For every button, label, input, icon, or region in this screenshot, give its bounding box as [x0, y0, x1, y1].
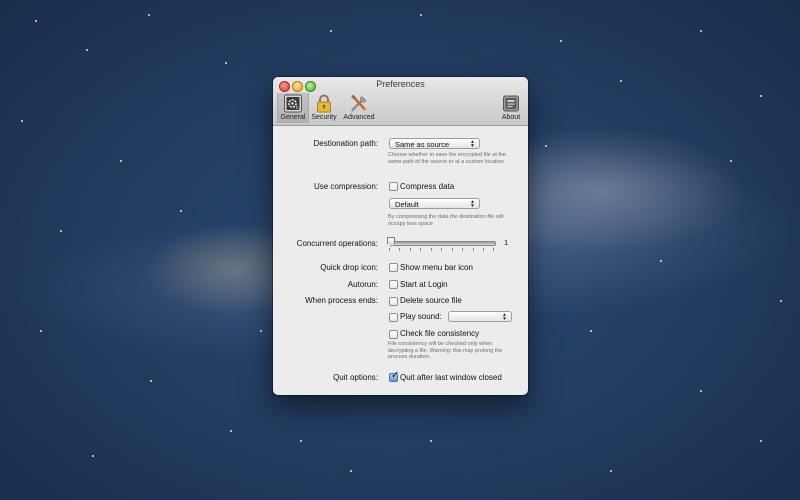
compression-note: By compressing the data the destination … — [388, 214, 504, 227]
tab-advanced[interactable]: Advanced — [341, 93, 377, 123]
concurrent-operations-label: Concurrent operations: — [296, 239, 378, 248]
tab-about-label: About — [501, 114, 521, 121]
select-arrows-icon: ▲ ▼ — [470, 139, 475, 149]
destination-path-select[interactable]: Same as source ▲ ▼ — [389, 138, 480, 149]
tab-security[interactable]: Security — [308, 93, 340, 123]
about-icon — [503, 95, 519, 112]
select-arrows-icon: ▲ ▼ — [470, 199, 475, 209]
show-menu-bar-icon-label: Show menu bar icon — [400, 263, 473, 272]
destination-path-label: Destionation path: — [313, 139, 379, 148]
compress-data-checkbox[interactable] — [389, 182, 398, 191]
destination-path-value: Same as source — [395, 140, 450, 149]
play-sound-checkbox[interactable] — [389, 313, 398, 322]
concurrent-operations-slider-track[interactable] — [389, 241, 496, 246]
preferences-window: Preferences c General Security Advanced … — [273, 77, 528, 395]
sound-select[interactable]: ▲ ▼ — [448, 311, 512, 322]
select-arrows-icon: ▲ ▼ — [502, 312, 507, 322]
delete-source-file-checkbox[interactable] — [389, 297, 398, 306]
concurrent-operations-value: 1 — [504, 238, 509, 247]
start-at-login-checkbox[interactable] — [389, 280, 398, 289]
play-sound-label: Play sound: — [400, 312, 442, 321]
lock-icon — [317, 94, 331, 113]
quit-after-last-window-checkbox[interactable]: ✓ — [389, 370, 400, 382]
general-pane: Destionation path: Same as source ▲ ▼ Cho… — [273, 126, 528, 395]
checkmark-icon: ✓ — [391, 370, 400, 381]
start-at-login-label: Start at Login — [400, 280, 448, 289]
check-file-consistency-checkbox[interactable] — [389, 330, 398, 339]
quit-after-last-window-label: Quit after last window closed — [400, 373, 502, 382]
autorun-label: Autorun: — [347, 280, 378, 289]
tab-advanced-label: Advanced — [343, 114, 375, 121]
delete-source-file-label: Delete source file — [400, 296, 462, 305]
tab-general-label: General — [280, 114, 306, 121]
tab-general[interactable]: c General — [277, 93, 309, 123]
window-toolbar: Preferences c General Security Advanced … — [273, 77, 528, 126]
show-menu-bar-icon-checkbox[interactable] — [389, 263, 398, 272]
tab-security-label: Security — [311, 114, 337, 121]
process-end-label: When process ends: — [305, 296, 378, 305]
compression-level-value: Default — [395, 200, 419, 209]
quick-drop-label: Quick drop icon: — [320, 263, 378, 272]
slider-ticks — [389, 248, 494, 251]
consistency-note: File consistency will be checked only wh… — [388, 341, 503, 360]
tab-about[interactable]: About — [498, 93, 524, 123]
quit-options-label: Quit options: — [333, 373, 378, 382]
window-title: Preferences — [376, 79, 425, 89]
check-file-consistency-label: Check file consistency — [400, 329, 480, 338]
compress-data-label: Compress data — [400, 182, 455, 191]
general-icon: c — [284, 94, 302, 113]
compression-label: Use compression: — [313, 182, 378, 191]
tools-icon — [351, 94, 367, 112]
destination-path-note: Choose whether to save the encrypted fil… — [388, 152, 507, 165]
compression-level-select[interactable]: Default ▲ ▼ — [389, 198, 480, 209]
